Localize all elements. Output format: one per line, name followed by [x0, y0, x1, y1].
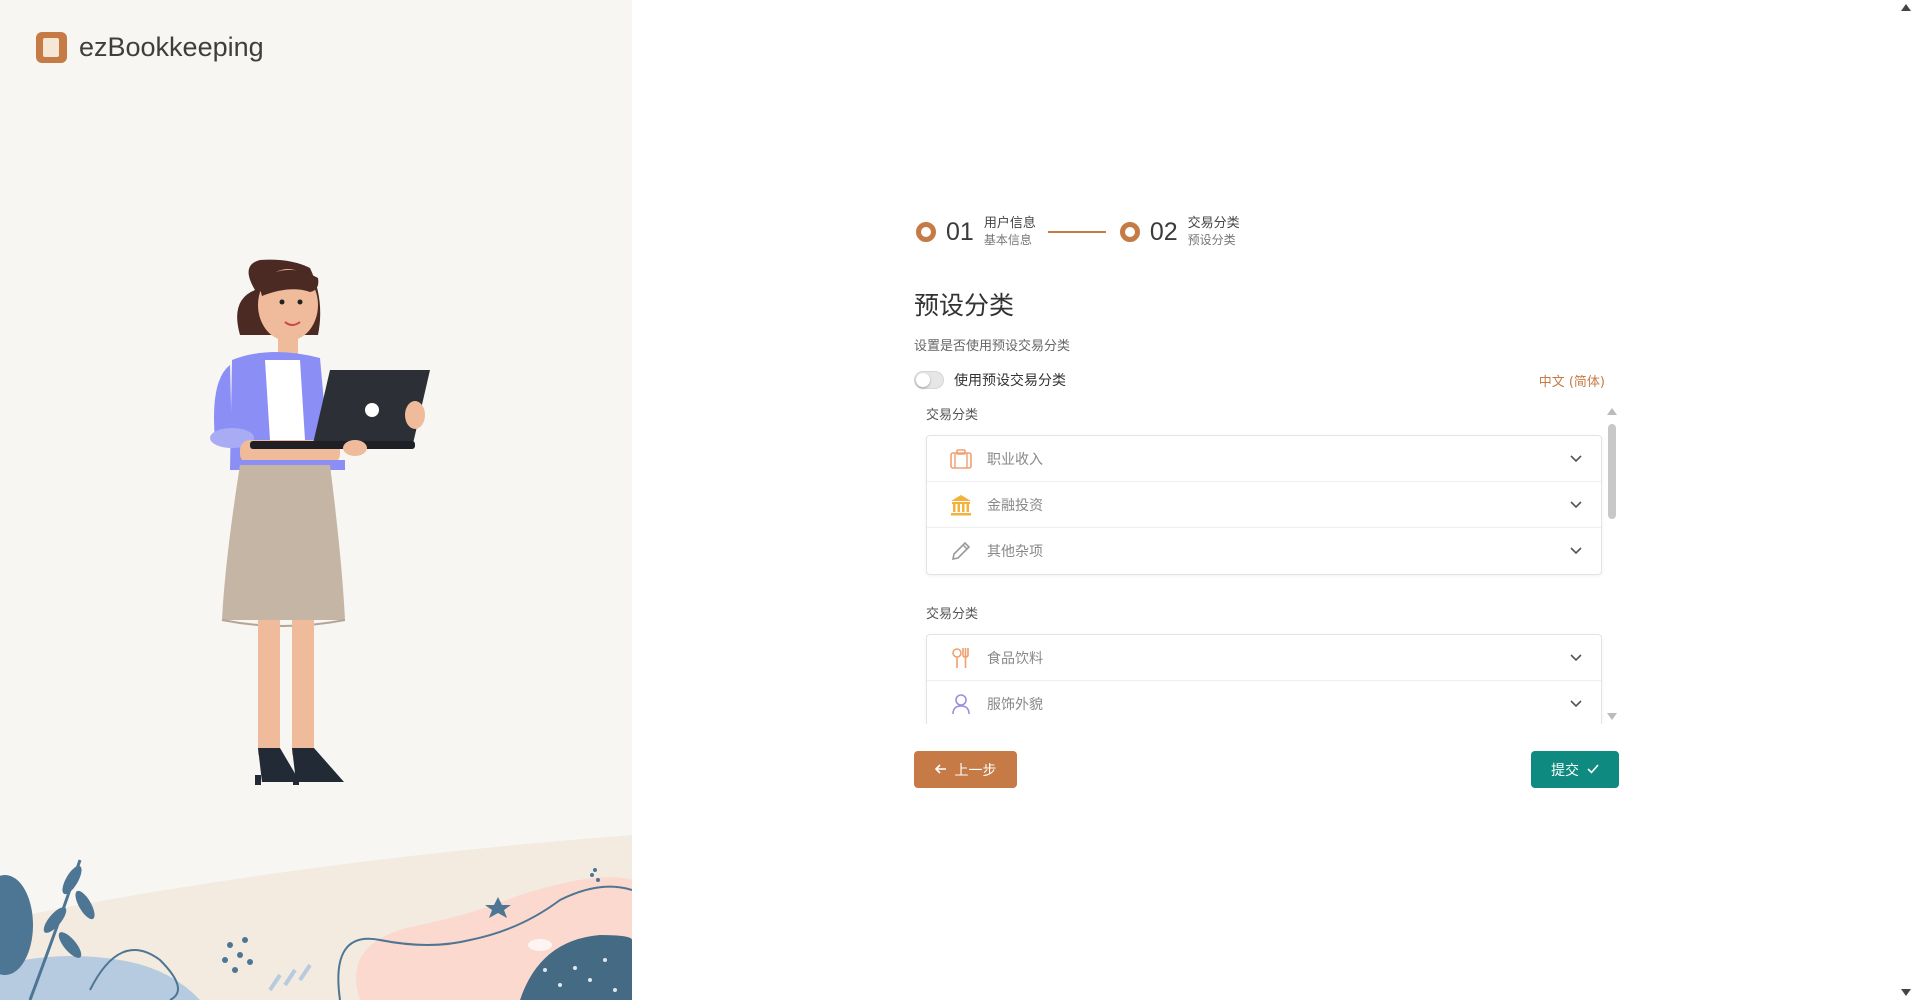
page-description: 设置是否使用预设交易分类 [914, 339, 1071, 354]
step-title: 用户信息 [983, 216, 1036, 231]
step-text: 交易分类 预设分类 [1188, 215, 1240, 249]
bank-icon [949, 493, 973, 517]
step-title: 交易分类 [1187, 216, 1240, 231]
scroll-thumb[interactable] [1608, 424, 1616, 519]
page-scroll-up-icon[interactable] [1901, 4, 1911, 11]
person-icon [949, 692, 973, 716]
action-bar: 上一步 提交 [914, 751, 1619, 788]
briefcase-icon [949, 447, 973, 471]
category-item[interactable]: 其他杂项 [927, 528, 1601, 574]
step-2[interactable]: 02 交易分类 预设分类 [1118, 215, 1240, 249]
category-item[interactable]: 食品饮料 [927, 635, 1601, 681]
category-name: 其他杂项 [987, 544, 1043, 560]
category-item[interactable]: 金融投资 [927, 482, 1601, 528]
scroll-up-arrow-icon[interactable] [1607, 408, 1617, 415]
category-name: 职业收入 [987, 451, 1043, 468]
pencil-icon [949, 539, 973, 563]
page-title: 预设分类 [914, 291, 1015, 320]
category-item[interactable]: 服饰外貌 [927, 681, 1601, 724]
step-text: 用户信息 基本信息 [984, 215, 1036, 249]
preset-toggle-label[interactable]: 使用预设交易分类 [954, 370, 1066, 390]
woman-with-laptop-illustration [0, 259, 632, 1000]
category-group: 交易分类 职业收入 金融投资 其他杂项 [926, 404, 1602, 575]
category-scrollbar[interactable] [1605, 404, 1619, 724]
category-group-title: 交易分类 [926, 408, 979, 423]
previous-step-label: 上一步 [954, 762, 997, 779]
step-number: 02 [1149, 217, 1178, 246]
step-subtitle: 预设分类 [1187, 233, 1236, 247]
step-subtitle: 基本信息 [983, 233, 1032, 247]
step-number: 01 [946, 217, 974, 246]
setup-content: 01 用户信息 基本信息 02 交易分类 预设分类 预设分类 设置是否使用预设交… [914, 210, 1619, 788]
preset-categories-toggle[interactable] [914, 371, 944, 389]
utensils-icon [949, 646, 973, 670]
category-groups: 交易分类 职业收入 金融投资 其他杂项 交易分类 食品饮料 服饰外貌 [926, 404, 1602, 724]
page-scroll-down-icon[interactable] [1901, 989, 1911, 996]
category-name: 食品饮料 [987, 650, 1043, 667]
category-name: 服饰外貌 [987, 697, 1043, 713]
step-indicator-icon [1119, 222, 1140, 242]
step-1[interactable]: 01 用户信息 基本信息 [914, 215, 1036, 249]
submit-button[interactable]: 提交 [1531, 751, 1619, 788]
toggle-knob [916, 373, 930, 387]
category-group: 交易分类 食品饮料 服饰外貌 [926, 603, 1602, 724]
submit-label: 提交 [1551, 762, 1579, 779]
chevron-down-icon[interactable] [1569, 697, 1583, 711]
preset-toggle-row: 使用预设交易分类 中文 (简体) [914, 370, 1619, 390]
page-scrollbar[interactable] [1898, 0, 1912, 1000]
chevron-down-icon[interactable] [1569, 498, 1583, 512]
category-group-title: 交易分类 [926, 607, 979, 622]
category-group-list: 职业收入 金融投资 其他杂项 [926, 435, 1602, 575]
stepper: 01 用户信息 基本信息 02 交易分类 预设分类 [914, 210, 1619, 254]
category-name: 金融投资 [987, 497, 1043, 514]
check-icon [1587, 762, 1599, 778]
step-indicator-icon [916, 222, 936, 242]
illustration-panel: ezBookkeeping [0, 0, 632, 1000]
arrow-left-icon [934, 762, 947, 778]
step-connector [1047, 231, 1106, 233]
previous-step-button[interactable]: 上一步 [914, 751, 1017, 788]
chevron-down-icon[interactable] [1569, 651, 1583, 665]
category-item[interactable]: 职业收入 [927, 436, 1601, 482]
language-link[interactable]: 中文 (简体) [1539, 371, 1605, 390]
setup-main: 01 用户信息 基本信息 02 交易分类 预设分类 预设分类 设置是否使用预设交… [632, 0, 1912, 1000]
scroll-down-arrow-icon[interactable] [1607, 713, 1617, 720]
category-group-list: 食品饮料 服饰外貌 [926, 634, 1602, 724]
preset-toggle-wrap[interactable]: 使用预设交易分类 [914, 370, 1066, 390]
category-list-scroll[interactable]: 交易分类 职业收入 金融投资 其他杂项 交易分类 食品饮料 服饰外貌 [914, 404, 1619, 724]
chevron-down-icon[interactable] [1569, 452, 1583, 466]
chevron-down-icon[interactable] [1569, 544, 1583, 558]
